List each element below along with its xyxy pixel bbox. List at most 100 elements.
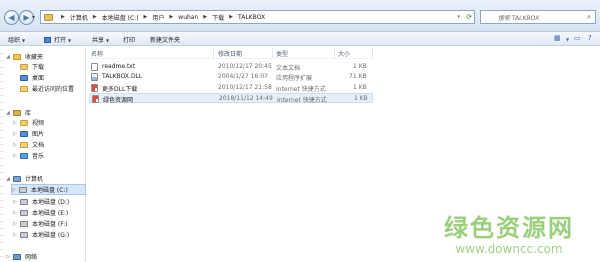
internet-shortcut-icon xyxy=(91,84,98,92)
chevron-down-icon: ▼ xyxy=(22,38,26,43)
breadcrumb-separator-icon[interactable]: ▶ xyxy=(203,14,207,20)
edge-ruler xyxy=(0,47,4,262)
file-name: 更多DLL下载 xyxy=(102,86,138,93)
nav-downloads[interactable]: 下载 xyxy=(20,62,44,71)
drive-icon xyxy=(20,198,28,205)
breadcrumb-separator-icon[interactable]: ▶ xyxy=(61,14,65,20)
table-row[interactable]: 更多DLL下载 2010/12/17 21:58 Internet 快捷方式 1… xyxy=(89,83,373,93)
search-icon[interactable]: ⌕ xyxy=(587,13,591,22)
table-row-selected[interactable]: 绿色资源网 2018/11/12 14:49 Internet 快捷方式 1 K… xyxy=(89,93,373,104)
nav-libraries[interactable]: ◢ 库 xyxy=(6,108,31,117)
nav-drive-g[interactable]: ▷ 本地磁盘 (G:) xyxy=(13,230,69,239)
breadcrumb-separator-icon[interactable]: ▶ xyxy=(93,14,97,20)
collapsed-icon[interactable]: ▷ xyxy=(6,254,12,260)
nav-drive-e[interactable]: ▷ 本地磁盘 (E:) xyxy=(13,208,68,217)
collapsed-icon[interactable]: ▷ xyxy=(13,120,19,126)
collapsed-icon[interactable]: ▷ xyxy=(13,210,19,216)
back-button[interactable]: ◀ xyxy=(4,10,19,25)
collapsed-icon[interactable]: ▷ xyxy=(13,153,19,159)
breadcrumb-separator-icon[interactable]: ▶ xyxy=(144,14,148,20)
collapsed-icon[interactable]: ▷ xyxy=(13,142,19,148)
nav-documents[interactable]: ▷ 文档 xyxy=(13,140,44,149)
preview-pane-icon[interactable]: ▭ xyxy=(574,34,581,42)
nav-label: 视频 xyxy=(32,120,45,127)
nav-label: 本地磁盘 (G:) xyxy=(32,232,70,239)
expand-icon[interactable]: ◢ xyxy=(6,110,12,116)
nav-label: 网络 xyxy=(25,254,38,261)
breadcrumb-separator-icon[interactable]: ▶ xyxy=(229,14,233,20)
nav-drive-f[interactable]: ▷ 本地磁盘 (F:) xyxy=(13,219,68,228)
breadcrumb-talkbox[interactable]: TALKBOX xyxy=(238,14,265,21)
nav-videos[interactable]: ▷ 视频 xyxy=(13,118,44,127)
nav-network[interactable]: ▷ 网络 xyxy=(6,252,37,261)
file-type: 应用程序扩展 xyxy=(276,75,313,82)
collapsed-icon[interactable]: ▷ xyxy=(13,232,19,238)
expand-icon[interactable]: ◢ xyxy=(6,176,12,182)
breadcrumb-separator-icon[interactable]: ▶ xyxy=(169,14,173,20)
table-row[interactable]: readme.txt 2010/12/17 20:45 文本文档 1 KB xyxy=(89,62,373,72)
nav-favorites[interactable]: ◢ 收藏夹 xyxy=(6,52,43,61)
table-row[interactable]: TALKBOX.DLL 2004/1/27 16:07 应用程序扩展 71 KB xyxy=(89,72,373,82)
watermark: 绿色资源网 www.downcc.com xyxy=(444,208,574,256)
organize-button[interactable]: 组织 ▼ xyxy=(8,35,25,44)
nav-pictures[interactable]: ▷ 图片 xyxy=(13,129,44,138)
breadcrumb-wuhan[interactable]: wuhan xyxy=(178,14,198,21)
nav-drive-c[interactable]: ▷ 本地磁盘 (C:) xyxy=(11,184,86,195)
column-divider[interactable] xyxy=(213,48,214,58)
recent-places-icon xyxy=(20,85,28,92)
nav-drive-d[interactable]: ▷ 本地磁盘 (D:) xyxy=(13,197,69,206)
music-icon xyxy=(20,152,28,159)
dll-file-icon xyxy=(91,73,98,81)
nav-computer[interactable]: ◢ 计算机 xyxy=(6,174,43,183)
navigation-pane: ◢ 收藏夹 下载 桌面 最近访问的位置 ◢ 库 ▷ 视频 ▷ 图片 ▷ 文档 ▷ 音乐 ◢ 计… xyxy=(0,47,86,262)
collapsed-icon[interactable]: ▷ xyxy=(13,221,19,227)
new-folder-button[interactable]: 新建文件夹 xyxy=(150,35,180,44)
address-dropdown-icon[interactable]: ▾ xyxy=(457,14,460,20)
column-header-name[interactable]: 名称 xyxy=(91,49,103,58)
open-button[interactable]: 打开 ▼ xyxy=(44,35,71,44)
breadcrumb[interactable]: ▶ 计算机 ▶ 本地磁盘 (C:) ▶ 用户 ▶ wuhan ▶ 下载 ▶ TA… xyxy=(40,10,475,24)
column-divider[interactable] xyxy=(372,48,373,58)
drive-icon xyxy=(20,209,28,216)
nav-recent-places[interactable]: 最近访问的位置 xyxy=(20,84,74,93)
nav-label: 音乐 xyxy=(32,153,45,160)
file-modified: 2004/1/27 16:07 xyxy=(218,73,268,80)
nav-desktop[interactable]: 桌面 xyxy=(20,73,44,82)
expand-icon[interactable]: ◢ xyxy=(6,54,12,60)
favorites-star-icon xyxy=(13,53,21,60)
column-header-modified[interactable]: 修改日期 xyxy=(218,49,242,58)
search-box[interactable]: 搜索 TALKBOX ⌕ xyxy=(480,10,596,24)
collapsed-icon[interactable]: ▷ xyxy=(13,131,19,137)
collapsed-icon[interactable]: ▷ xyxy=(12,187,18,193)
share-button[interactable]: 共享 ▼ xyxy=(92,35,109,44)
view-chevron-icon[interactable]: ▼ xyxy=(566,37,569,42)
refresh-icon[interactable]: ⟳ xyxy=(466,13,472,21)
nav-label: 本地磁盘 (D:) xyxy=(32,199,70,206)
network-icon xyxy=(13,253,21,260)
print-button[interactable]: 打印 xyxy=(123,35,135,44)
search-placeholder: 搜索 TALKBOX xyxy=(498,14,540,22)
nav-label: 计算机 xyxy=(25,176,44,183)
nav-label: 图片 xyxy=(32,131,45,138)
forward-arrow-icon: ▶ xyxy=(23,13,30,22)
breadcrumb-drive-c[interactable]: 本地磁盘 (C:) xyxy=(102,13,139,22)
file-size: 1 KB xyxy=(353,63,367,70)
file-name: readme.txt xyxy=(102,63,136,70)
collapsed-icon[interactable]: ▷ xyxy=(13,199,19,205)
breadcrumb-users[interactable]: 用户 xyxy=(152,13,164,22)
breadcrumb-downloads[interactable]: 下载 xyxy=(212,13,224,22)
column-divider[interactable] xyxy=(272,48,273,58)
nav-label: 收藏夹 xyxy=(25,54,44,61)
nav-music[interactable]: ▷ 音乐 xyxy=(13,151,44,160)
column-header-type[interactable]: 类型 xyxy=(276,49,288,58)
back-arrow-icon: ◀ xyxy=(8,13,15,22)
column-header-size[interactable]: 大小 xyxy=(338,49,350,58)
recent-pages-dropdown[interactable]: ▾ xyxy=(32,14,35,21)
view-options-icon[interactable]: ▦ xyxy=(554,34,561,42)
column-divider[interactable] xyxy=(334,48,335,58)
breadcrumb-computer[interactable]: 计算机 xyxy=(70,13,88,22)
help-icon[interactable]: ? xyxy=(588,34,592,42)
file-modified: 2010/12/17 20:45 xyxy=(218,63,272,70)
nav-label: 本地磁盘 (E:) xyxy=(32,210,69,217)
open-icon xyxy=(44,37,51,43)
